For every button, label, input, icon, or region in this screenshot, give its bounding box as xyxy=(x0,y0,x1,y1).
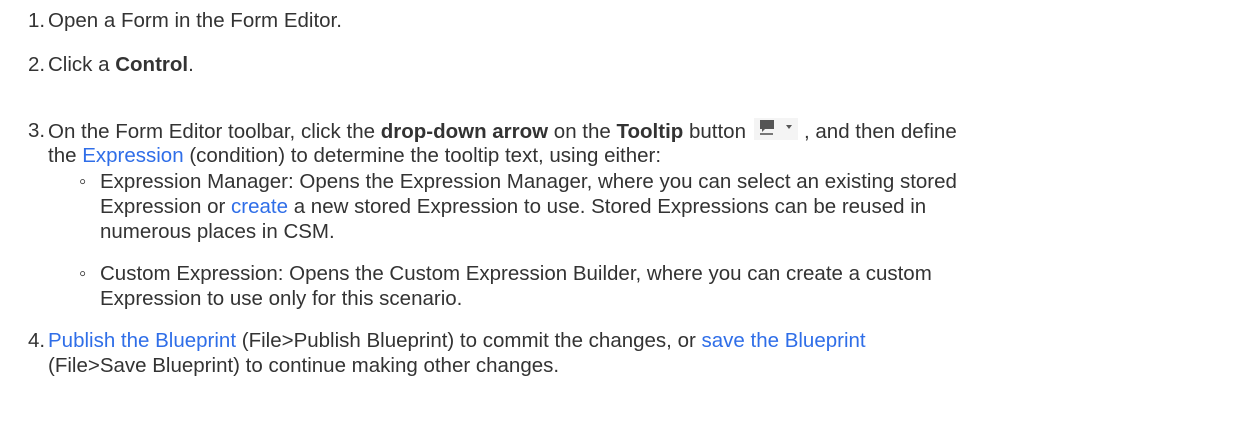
step-text-part: , and then define xyxy=(804,120,957,143)
step-text: On the Form Editor toolbar, click the dr… xyxy=(48,118,957,144)
tooltip-comment-dropdown-icon xyxy=(754,118,798,140)
bullet-text: Expression or create a new stored Expres… xyxy=(100,194,926,219)
step-text-part: on the xyxy=(548,120,617,143)
step-text-part: Click a xyxy=(48,53,116,76)
tooltip-term: Tooltip xyxy=(616,120,684,143)
bullet-text: Expression to use only for this scenario… xyxy=(100,287,463,310)
save-blueprint-link[interactable]: save the Blueprint xyxy=(702,329,866,352)
comment-icon-underline xyxy=(760,133,773,135)
step-text-part: (File>Publish Blueprint) to commit the c… xyxy=(236,329,702,352)
expression-link[interactable]: Expression xyxy=(82,144,183,167)
instructions-document: 1. Open a Form in the Form Editor. 2. Cl… xyxy=(0,0,1241,433)
publish-blueprint-link[interactable]: Publish the Blueprint xyxy=(48,329,236,352)
bullet-text: Expression Manager: Opens the Expression… xyxy=(100,170,957,193)
step-text-part: (condition) to determine the tooltip tex… xyxy=(183,144,662,167)
create-link[interactable]: create xyxy=(231,195,288,218)
step-number: 1. xyxy=(28,9,46,32)
step-text: Click a Control. xyxy=(48,52,194,77)
step-text: the Expression (condition) to determine … xyxy=(48,143,661,168)
bullet-mark: ◦ xyxy=(79,262,87,285)
step-text-part: button xyxy=(683,120,746,143)
step-text: Open a Form in the Form Editor. xyxy=(48,9,342,32)
step-number: 4. xyxy=(28,329,46,352)
step-text-part: On the Form Editor toolbar, click the xyxy=(48,120,381,143)
bullet-mark: ◦ xyxy=(79,170,87,193)
step-text: (File>Save Blueprint) to continue making… xyxy=(48,354,560,377)
control-term: Control xyxy=(115,53,189,76)
bullet-text-part: a new stored Expression to use. Stored E… xyxy=(288,195,927,218)
step-number: 2. xyxy=(28,53,46,76)
bullet-text-part: Expression or xyxy=(100,195,232,218)
tooltip-button-graphic xyxy=(754,118,798,140)
drop-down-arrow-term: drop-down arrow xyxy=(380,120,549,143)
step-text-part: . xyxy=(188,53,194,76)
step-text: Publish the Blueprint (File>Publish Blue… xyxy=(48,328,866,353)
step-number: 3. xyxy=(28,119,46,142)
bullet-text: Custom Expression: Opens the Custom Expr… xyxy=(100,262,932,285)
step-text-part: the xyxy=(48,144,83,167)
bullet-text: numerous places in CSM. xyxy=(100,220,335,243)
